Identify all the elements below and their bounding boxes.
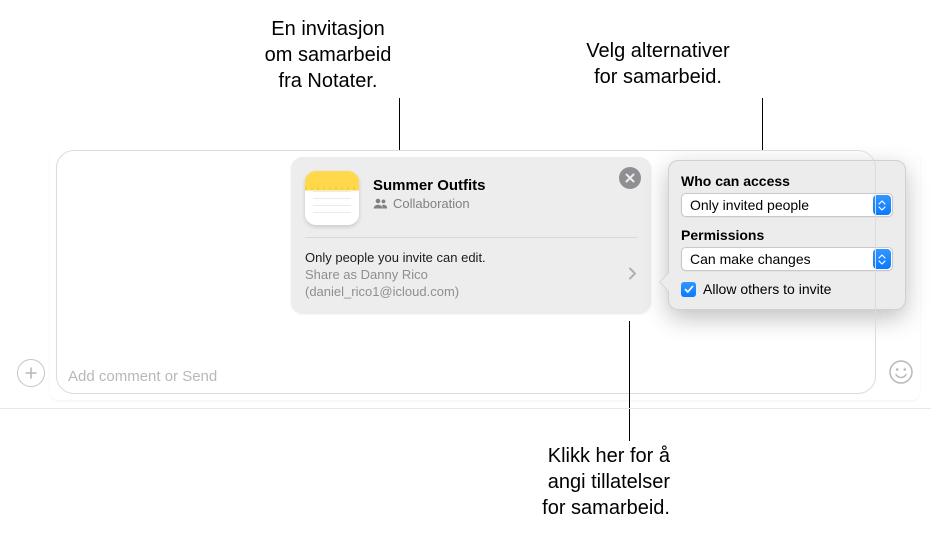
- allow-others-label: Allow others to invite: [703, 281, 831, 297]
- add-attachment-button[interactable]: [17, 359, 45, 387]
- callout-invitation: En invitasjon om samarbeid fra Notater.: [238, 16, 418, 94]
- dropdown-caret-icon: [873, 249, 891, 269]
- who-can-access-select[interactable]: Only invited people: [681, 193, 893, 217]
- callout-line: [399, 98, 400, 156]
- dropdown-caret-icon: [873, 195, 891, 215]
- bottom-divider: [0, 408, 931, 409]
- collaboration-label: Collaboration: [393, 196, 470, 211]
- invite-text: Summer Outfits Collaboration: [373, 171, 486, 225]
- permissions-select[interactable]: Can make changes: [681, 247, 893, 271]
- callout-options: Velg alternativer for samarbeid.: [548, 38, 768, 90]
- compose-container: Summer Outfits Collaboration Only people…: [50, 150, 920, 400]
- chevron-right-icon[interactable]: [628, 266, 637, 285]
- share-as-email: (daniel_rico1@icloud.com): [305, 284, 637, 299]
- invite-header: Summer Outfits Collaboration: [291, 157, 651, 237]
- collaboration-options-popover: Who can access Only invited people Permi…: [668, 160, 906, 310]
- message-input[interactable]: Add comment or Send: [68, 368, 217, 386]
- who-can-access-value: Only invited people: [690, 197, 809, 213]
- notes-app-icon: [305, 171, 359, 225]
- allow-others-to-invite-checkbox[interactable]: Allow others to invite: [681, 281, 893, 297]
- people-icon: [373, 198, 388, 209]
- who-can-access-label: Who can access: [681, 173, 893, 189]
- emoji-icon: [888, 359, 914, 385]
- note-title: Summer Outfits: [373, 177, 486, 194]
- permissions-value: Can make changes: [690, 251, 811, 267]
- permissions-label: Permissions: [681, 227, 893, 243]
- callout-permissions: Klikk her for å angi tillatelser for sam…: [470, 443, 670, 521]
- share-as-label: Share as Danny Rico: [305, 267, 637, 282]
- close-button[interactable]: [619, 167, 641, 189]
- input-placeholder: Add comment or Send: [68, 368, 217, 385]
- plus-icon: [24, 366, 38, 380]
- checkbox-checked-icon: [681, 282, 696, 297]
- access-summary: Only people you invite can edit.: [305, 250, 637, 265]
- collaboration-invite-card: Summer Outfits Collaboration Only people…: [291, 157, 651, 313]
- callout-line: [629, 321, 630, 441]
- collaboration-row: Collaboration: [373, 196, 486, 211]
- emoji-button[interactable]: [888, 359, 914, 390]
- close-icon: [625, 173, 635, 183]
- invite-details[interactable]: Only people you invite can edit. Share a…: [291, 238, 651, 313]
